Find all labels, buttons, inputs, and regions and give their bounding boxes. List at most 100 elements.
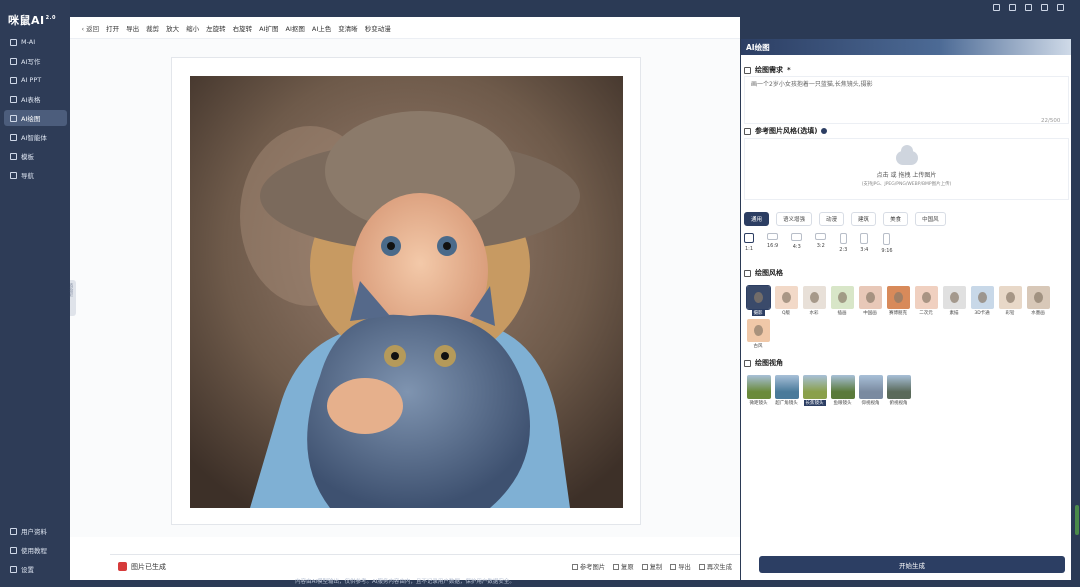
- sidebar-item-label: 用户资料: [21, 528, 47, 536]
- style-option-10[interactable]: 水墨画: [1026, 286, 1050, 316]
- restore-icon[interactable]: [1041, 4, 1048, 11]
- style-thumbnail: [774, 286, 798, 309]
- angle-option-3[interactable]: 鱼眼镜头: [830, 375, 855, 406]
- focus-icon: [744, 359, 751, 367]
- sidebar-item-0[interactable]: M-AI: [4, 34, 67, 50]
- angle-label: 俯视视角: [889, 401, 908, 406]
- style-option-5[interactable]: 赛博朋克: [886, 286, 910, 316]
- style-option-1[interactable]: Q版: [774, 286, 798, 316]
- canvas-area: 图片已生成 参考图片 复原 复制 导出 再次生成: [70, 39, 740, 571]
- angle-label: 微距镜头: [749, 401, 768, 406]
- bell-icon[interactable]: [1009, 4, 1016, 11]
- style-thumbnail: [746, 319, 770, 342]
- sidebar-item-label: 设置: [21, 566, 34, 574]
- minimize-icon[interactable]: [1025, 4, 1032, 11]
- action-3[interactable]: 导出: [670, 562, 691, 571]
- style-label: 摄影: [751, 310, 765, 316]
- action-2[interactable]: 复制: [641, 562, 662, 571]
- angle-option-4[interactable]: 仰视视角: [858, 375, 883, 406]
- sidebar-item-7[interactable]: 导航: [4, 167, 67, 183]
- back-button[interactable]: ‹ 返回: [78, 23, 103, 33]
- style-option-0[interactable]: 摄影: [745, 285, 771, 316]
- category-tab-4[interactable]: 美食: [883, 212, 909, 226]
- footer-disclaimer: 内容由AI模型输出，仅供参考。AI服务内容由内，且不记录用户数据，保护用户数据安…: [295, 579, 515, 585]
- toolbar-item-1[interactable]: 导出: [123, 23, 143, 33]
- sidebar: 咪鼠AI2.0 M-AI AI写作 AI PPT AI表格 AI绘图 AI智能体 模板 导航 …: [0, 0, 70, 587]
- toolbar-item-3[interactable]: 放大: [163, 23, 183, 33]
- style-option-2[interactable]: 水彩: [802, 286, 826, 316]
- category-tab-0[interactable]: 通用: [744, 212, 770, 226]
- style-option-9[interactable]: 彩铅: [998, 286, 1022, 316]
- action-1[interactable]: 复原: [613, 562, 634, 571]
- ratio-option-0[interactable]: 1:1: [744, 233, 754, 254]
- style-option-6[interactable]: 二次元: [914, 286, 938, 316]
- sidebar-item-6[interactable]: 模板: [4, 148, 67, 164]
- sidebar-collapse-handle[interactable]: 收起侧栏: [70, 280, 76, 316]
- category-tab-1[interactable]: 语义增强: [776, 212, 813, 226]
- style-title: 绘图风格: [744, 268, 783, 278]
- generated-image[interactable]: [190, 76, 623, 508]
- category-tab-5[interactable]: 中国风: [915, 212, 946, 226]
- upload-dropzone[interactable]: 点击 或 拖拽 上传图片 (支持JPG、JPEG/PNG/WEBP/BMP图片上…: [744, 138, 1069, 200]
- toolbar-item-10[interactable]: 变清晰: [335, 23, 362, 33]
- angle-option-1[interactable]: 超广角镜头: [774, 375, 799, 406]
- sidebar-bottom-item-2[interactable]: 设置: [4, 561, 67, 577]
- ratio-label: 9:16: [881, 248, 893, 254]
- prompt-input[interactable]: 画一个2岁小女孩抱着一只蓝猫,长焦镜头,摄影: [744, 76, 1069, 124]
- toolbar-item-2[interactable]: 裁剪: [143, 23, 163, 33]
- angle-thumbnail: [746, 375, 771, 399]
- style-option-3[interactable]: 插画: [830, 286, 854, 316]
- sidebar-item-5[interactable]: AI智能体: [4, 129, 67, 145]
- ratio-option-6[interactable]: 9:16: [881, 233, 893, 254]
- image-frame: [171, 57, 641, 525]
- sidebar-bottom-item-0[interactable]: 用户资料: [4, 523, 67, 539]
- style-label: Q版: [781, 311, 791, 316]
- angle-option-5[interactable]: 俯视视角: [886, 375, 911, 406]
- app-logo: 咪鼠AI2.0: [8, 14, 56, 27]
- ratio-option-1[interactable]: 16:9: [767, 233, 778, 254]
- close-icon[interactable]: [1057, 4, 1064, 11]
- toolbar-item-5[interactable]: 左旋转: [203, 23, 230, 33]
- angle-title: 绘图视角: [744, 358, 783, 368]
- panel-scrollbar[interactable]: [1075, 505, 1079, 535]
- sidebar-item-label: 使用教程: [21, 547, 47, 555]
- prompt-counter: 22/500: [1041, 118, 1061, 124]
- start-generate-button[interactable]: 开始生成: [759, 556, 1065, 573]
- toolbar-item-0[interactable]: 打开: [103, 23, 123, 33]
- sidebar-bottom-item-1[interactable]: 使用教程: [4, 542, 67, 558]
- sidebar-item-label: AI绘图: [21, 115, 41, 123]
- toolbar-item-9[interactable]: AI上色: [308, 23, 334, 33]
- angle-option-0[interactable]: 微距镜头: [746, 375, 771, 406]
- ratio-option-2[interactable]: 4:3: [791, 233, 803, 254]
- action-4[interactable]: 再次生成: [698, 562, 732, 571]
- panel-header: AI绘图: [741, 39, 1071, 55]
- category-tab-3[interactable]: 建筑: [851, 212, 877, 226]
- sidebar-item-label: AI表格: [21, 96, 41, 104]
- angle-option-2[interactable]: 长焦镜头: [802, 375, 827, 406]
- ratio-option-3[interactable]: 3:2: [815, 233, 827, 254]
- toolbar-item-8[interactable]: AI抠图: [282, 23, 308, 33]
- feedback-icon[interactable]: [993, 4, 1000, 11]
- toolbar-item-11[interactable]: 秒变动漫: [361, 23, 394, 33]
- sidebar-item-2[interactable]: AI PPT: [4, 72, 67, 88]
- action-0[interactable]: 参考图片: [571, 562, 605, 571]
- angle-label: 超广角镜头: [775, 401, 798, 406]
- sidebar-item-4[interactable]: AI绘图: [4, 110, 67, 126]
- category-tab-2[interactable]: 动漫: [819, 212, 845, 226]
- style-option-4[interactable]: 中国画: [858, 286, 882, 316]
- sidebar-item-1[interactable]: AI写作: [4, 53, 67, 69]
- style-option-8[interactable]: 3D卡通: [970, 286, 994, 316]
- sidebar-item-3[interactable]: AI表格: [4, 91, 67, 107]
- image-icon: [571, 563, 578, 570]
- window-controls: [993, 4, 1064, 11]
- toolbar-item-4[interactable]: 缩小: [183, 23, 203, 33]
- style-option-7[interactable]: 素描: [942, 286, 966, 316]
- toolbar-item-6[interactable]: 右旋转: [229, 23, 256, 33]
- style-thumbnail: [745, 285, 771, 310]
- style-option-11[interactable]: 古风: [746, 319, 770, 349]
- ratio-option-4[interactable]: 2:3: [839, 233, 847, 254]
- toolbar-item-7[interactable]: AI扩图: [256, 23, 282, 33]
- info-icon[interactable]: [821, 128, 828, 134]
- robot-icon: [10, 38, 17, 46]
- ratio-option-5[interactable]: 3:4: [860, 233, 868, 254]
